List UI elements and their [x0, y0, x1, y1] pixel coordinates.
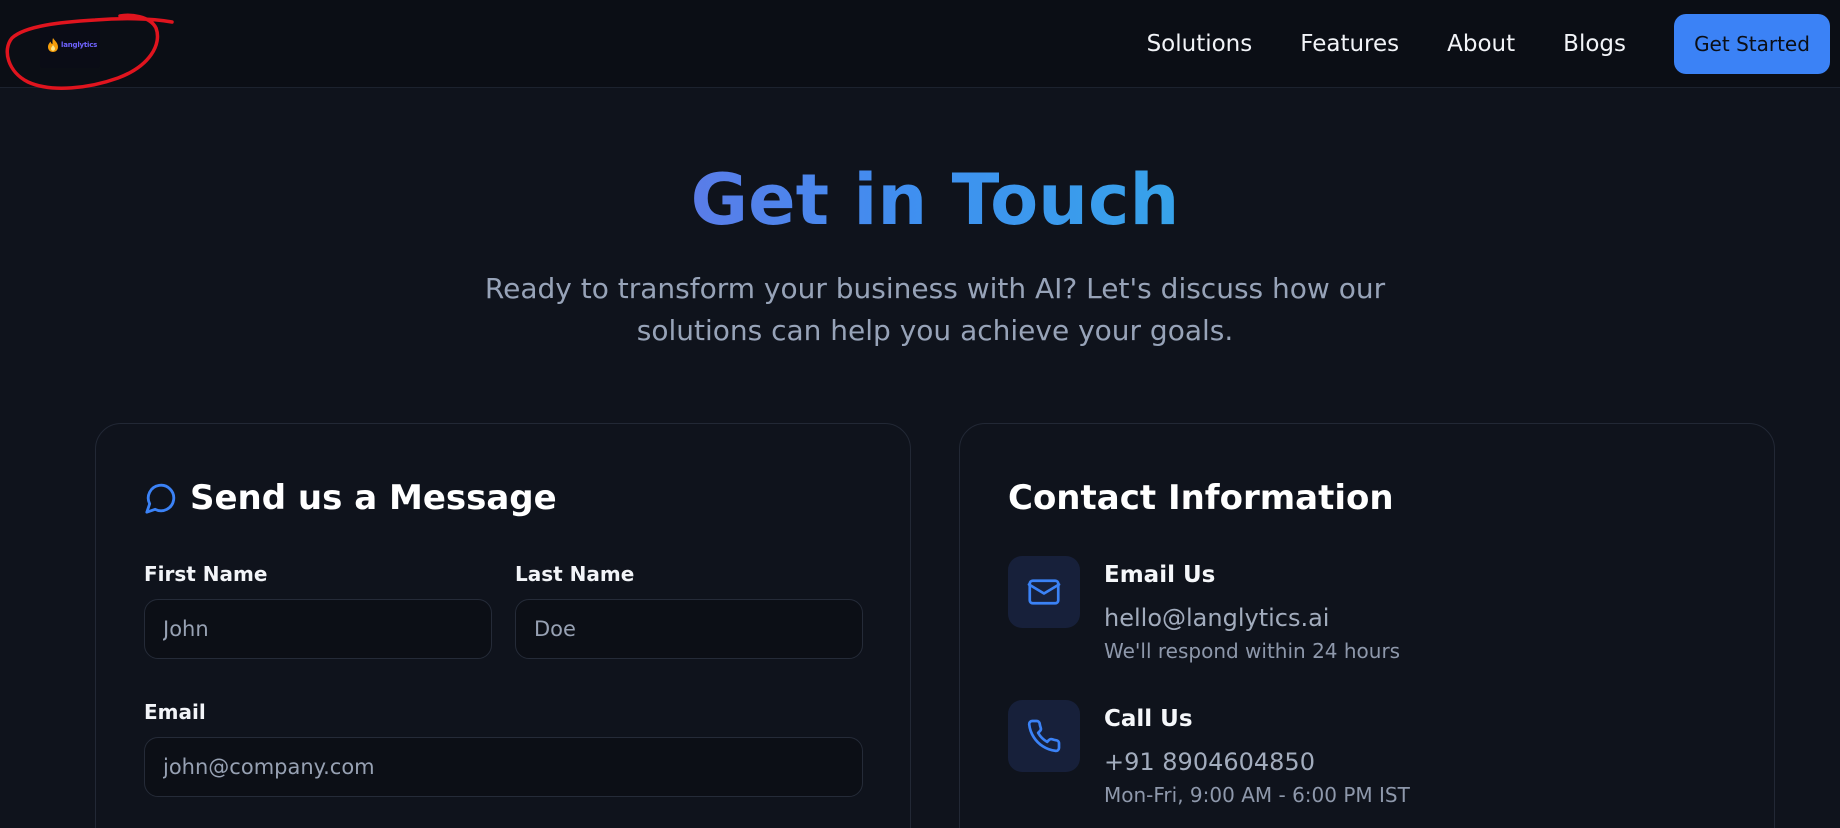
email-input[interactable]: [144, 737, 863, 797]
page-title-text: Get in Touch: [690, 159, 1180, 241]
last-name-label: Last Name: [515, 562, 635, 586]
message-form-heading: Send us a Message: [144, 478, 557, 518]
message-form-heading-text: Send us a Message: [190, 478, 557, 518]
contact-phone-title: Call Us: [1104, 706, 1193, 732]
contact-email-link[interactable]: hello@langlytics.ai: [1104, 604, 1329, 632]
mail-icon-box: [1008, 556, 1080, 628]
mail-icon: [1027, 579, 1061, 605]
main-nav: Solutions Features About Blogs Get Start…: [1147, 0, 1840, 88]
contact-phone-link[interactable]: +91 8904604850: [1104, 748, 1315, 776]
page-subtitle: Ready to transform your business with AI…: [484, 272, 1386, 347]
contact-email-note: We'll respond within 24 hours: [1104, 639, 1401, 663]
chat-bubble-icon: [145, 483, 176, 514]
nav-link-features[interactable]: Features: [1300, 31, 1399, 57]
phone-icon: [1027, 719, 1061, 753]
page-title: Get in Touch: [0, 158, 1840, 242]
contact-info-card: Contact Information Email Us hello@langl…: [959, 423, 1775, 828]
top-navbar: langlytics Solutions Features About Blog…: [0, 0, 1840, 88]
flame-icon: [48, 38, 58, 52]
nav-link-solutions[interactable]: Solutions: [1147, 31, 1253, 57]
contact-info-heading: Contact Information: [1008, 478, 1394, 518]
last-name-input[interactable]: [515, 599, 863, 659]
nav-link-about[interactable]: About: [1447, 31, 1515, 57]
message-form-card: Send us a Message First Name Last Name E…: [95, 423, 911, 828]
get-started-button[interactable]: Get Started: [1674, 14, 1830, 74]
nav-link-blogs[interactable]: Blogs: [1563, 31, 1626, 57]
brand-logo-text: langlytics: [61, 41, 98, 49]
brand-logo[interactable]: langlytics: [40, 22, 100, 68]
contact-phone-note: Mon-Fri, 9:00 AM - 6:00 PM IST: [1104, 783, 1410, 807]
first-name-input[interactable]: [144, 599, 492, 659]
contact-email-title: Email Us: [1104, 562, 1216, 588]
first-name-label: First Name: [144, 562, 268, 586]
email-label: Email: [144, 700, 206, 724]
phone-icon-box: [1008, 700, 1080, 772]
